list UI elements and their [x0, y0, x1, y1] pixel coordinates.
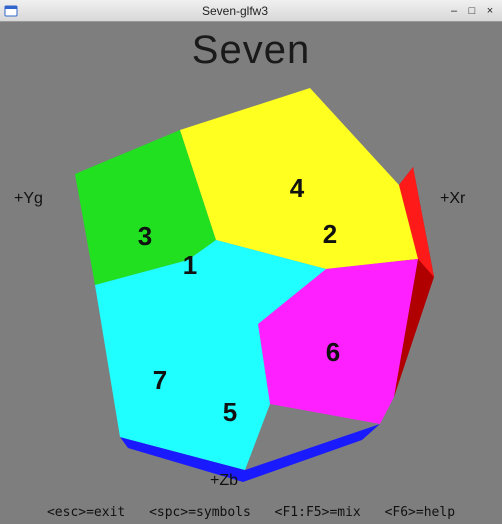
hint-symbols: <spc>=symbols	[149, 505, 251, 520]
axis-label-zb: +Zb	[210, 472, 238, 490]
gl-viewport[interactable]: Seven 1 2 3 4 5 6 7 +Yg +Xr +Zb <esc>=ex…	[0, 22, 502, 524]
app-icon	[4, 4, 18, 18]
axis-label-yg: +Yg	[14, 190, 43, 208]
window-title: Seven-glfw3	[24, 4, 446, 18]
label-4: 4	[290, 173, 305, 203]
label-1: 1	[183, 250, 197, 280]
window-titlebar: Seven-glfw3 – □ ×	[0, 0, 502, 22]
maximize-button[interactable]: □	[464, 4, 480, 18]
window-controls: – □ ×	[446, 4, 498, 18]
close-button[interactable]: ×	[482, 4, 498, 18]
scene-3d: 1 2 3 4 5 6 7	[0, 22, 502, 524]
axis-label-xr: +Xr	[440, 190, 465, 208]
label-7: 7	[153, 365, 167, 395]
minimize-button[interactable]: –	[446, 4, 462, 18]
hint-mix: <F1:F5>=mix	[275, 505, 361, 520]
label-3: 3	[138, 221, 152, 251]
label-2: 2	[323, 219, 337, 249]
hint-help: <F6>=help	[385, 505, 455, 520]
keyboard-hints: <esc>=exit <spc>=symbols <F1:F5>=mix <F6…	[0, 505, 502, 520]
label-5: 5	[223, 397, 237, 427]
label-6: 6	[326, 337, 340, 367]
hint-exit: <esc>=exit	[47, 505, 125, 520]
